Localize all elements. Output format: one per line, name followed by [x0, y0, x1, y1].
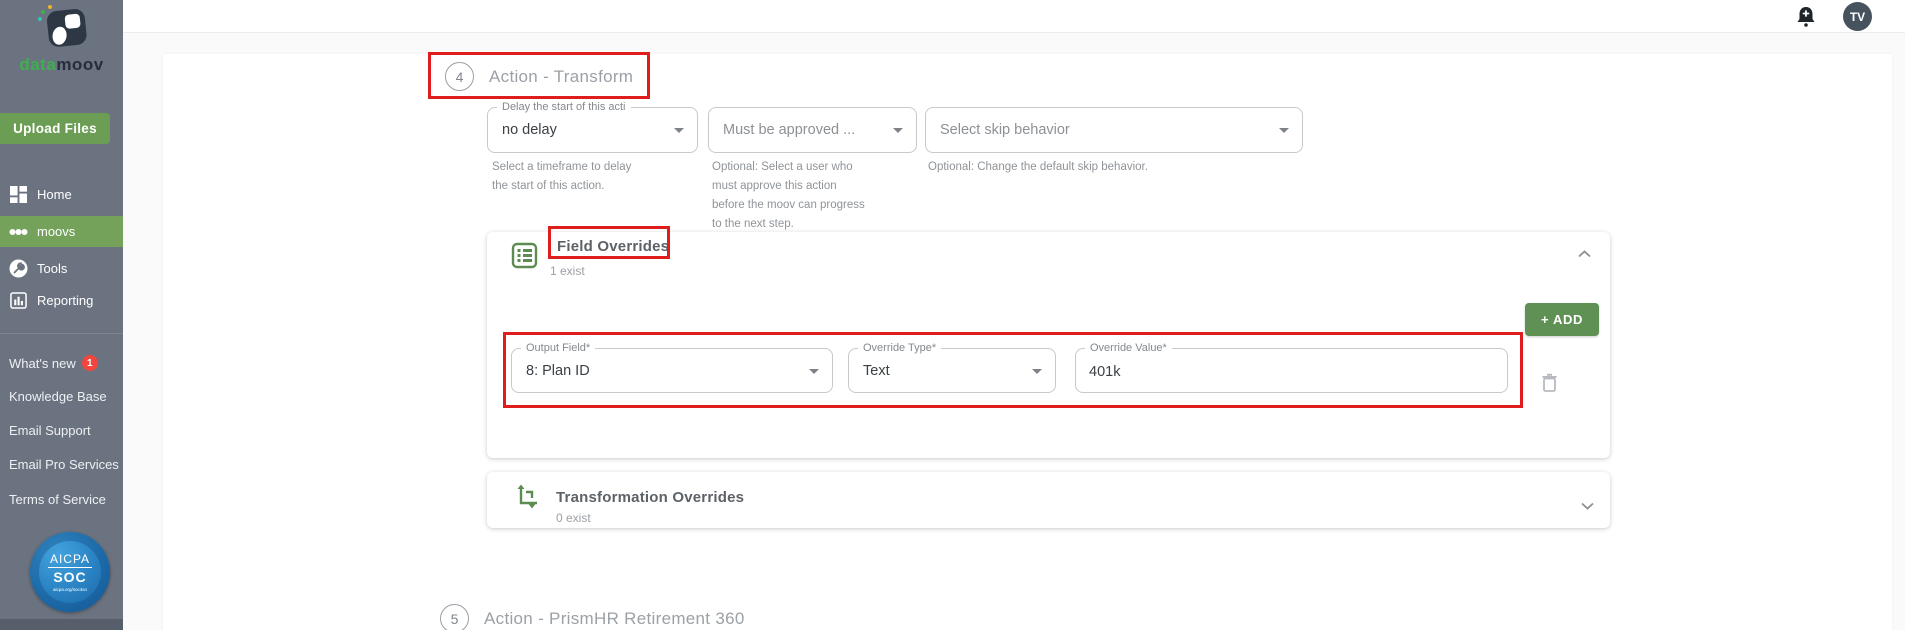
delay-select[interactable]: Delay the start of this acti no delay: [487, 107, 698, 153]
step5-header: 5 Action - PrismHR Retirement 360: [440, 604, 745, 630]
step4-title: Action - Transform: [489, 67, 633, 87]
expand-chevron-down-icon[interactable]: [1580, 498, 1595, 516]
override-type-value: Text: [863, 349, 890, 392]
sidebar-item-label: Home: [37, 187, 72, 202]
override-value-label: Override Value*: [1085, 342, 1172, 354]
output-field-value: 8: Plan ID: [526, 349, 590, 392]
dropdown-caret-icon: [1032, 369, 1042, 374]
step4-number-circle: 4: [445, 62, 474, 91]
dropdown-caret-icon: [674, 128, 684, 133]
output-field-select[interactable]: Output Field* 8: Plan ID: [511, 348, 833, 393]
step5-number-circle: 5: [440, 604, 469, 630]
dropdown-caret-icon: [809, 369, 819, 374]
transformation-overrides-count: 0 exist: [556, 511, 591, 525]
override-value-field: Override Value*: [1075, 348, 1508, 393]
transformation-overrides-icon: [513, 484, 540, 516]
moovs-dots-icon: [9, 222, 28, 241]
sidebar-link-label: Knowledge Base: [9, 389, 107, 404]
dropdown-caret-icon: [1279, 128, 1289, 133]
skip-behavior-select[interactable]: Select skip behavior: [925, 107, 1303, 153]
transformation-overrides-title: Transformation Overrides: [556, 489, 744, 506]
sidebar-link-whats-new[interactable]: What's new 1: [9, 355, 98, 371]
delay-helper-text: Select a timeframe to delay the start of…: [492, 158, 650, 196]
sidebar-item-reporting[interactable]: Reporting: [0, 286, 123, 314]
soc-text: SOC: [53, 569, 86, 585]
sidebar-item-moovs[interactable]: moovs: [0, 216, 123, 247]
add-override-button[interactable]: + ADD: [1525, 303, 1599, 336]
field-overrides-list-icon: [511, 242, 538, 274]
sidebar-link-label: Terms of Service: [9, 492, 106, 507]
notifications-bell-icon[interactable]: [1795, 5, 1817, 29]
step5-title: Action - PrismHR Retirement 360: [484, 609, 745, 629]
sidebar-item-label: Reporting: [37, 293, 93, 308]
sidebar-link-email-pro-services[interactable]: Email Pro Services: [9, 457, 119, 472]
field-overrides-card: [487, 232, 1610, 458]
sidebar: datamoov Upload Files Home moovs Tools R…: [0, 0, 123, 630]
sidebar-link-knowledge-base[interactable]: Knowledge Base: [9, 389, 107, 404]
override-type-select[interactable]: Override Type* Text: [848, 348, 1056, 393]
aicpa-soc-badge: AICPA SOC aicpa.org/soc4so: [30, 532, 110, 612]
skip-select-placeholder: Select skip behavior: [940, 108, 1070, 152]
brand-wordmark: datamoov: [0, 55, 123, 75]
sidebar-link-label: Email Pro Services: [9, 457, 119, 472]
sidebar-link-label: What's new: [9, 356, 76, 371]
delete-override-trash-icon[interactable]: [1541, 373, 1558, 398]
reporting-chart-icon: [9, 291, 28, 310]
dropdown-caret-icon: [893, 128, 903, 133]
home-grid-icon: [9, 185, 28, 204]
sidebar-link-terms-of-service[interactable]: Terms of Service: [9, 492, 106, 507]
datamoov-logo-icon: [32, 4, 92, 54]
field-overrides-title: Field Overrides: [557, 238, 669, 255]
user-avatar[interactable]: TV: [1843, 2, 1872, 31]
aicpa-url-text: aicpa.org/soc4so: [53, 587, 87, 592]
sidebar-link-email-support[interactable]: Email Support: [9, 423, 91, 438]
upload-files-button[interactable]: Upload Files: [0, 113, 110, 144]
approval-helper-text: Optional: Select a user who must approve…: [712, 158, 872, 234]
whats-new-count-badge: 1: [82, 355, 98, 371]
brand-word-dark: moov: [56, 55, 103, 74]
field-overrides-count: 1 exist: [550, 264, 585, 278]
step4-header: 4 Action - Transform: [445, 62, 633, 91]
approval-select-placeholder: Must be approved ...: [723, 108, 855, 152]
sidebar-bottom-strip: [0, 619, 123, 630]
skip-helper-text: Optional: Change the default skip behavi…: [928, 158, 1348, 177]
delay-select-value: no delay: [502, 108, 557, 152]
top-app-bar: TV: [123, 0, 1905, 33]
approval-select[interactable]: Must be approved ...: [708, 107, 917, 153]
sidebar-link-label: Email Support: [9, 423, 91, 438]
tools-wrench-icon: [9, 259, 28, 278]
sidebar-item-tools[interactable]: Tools: [0, 254, 123, 282]
sidebar-item-label: moovs: [37, 224, 75, 239]
sidebar-item-label: Tools: [37, 261, 67, 276]
sidebar-item-home[interactable]: Home: [0, 180, 123, 208]
override-value-input[interactable]: [1089, 362, 1494, 382]
brand-logo[interactable]: datamoov: [0, 4, 123, 75]
sidebar-divider: [0, 333, 123, 334]
collapse-chevron-up-icon[interactable]: [1577, 246, 1592, 264]
aicpa-text: AICPA: [48, 552, 92, 568]
brand-word-green: data: [19, 55, 56, 74]
